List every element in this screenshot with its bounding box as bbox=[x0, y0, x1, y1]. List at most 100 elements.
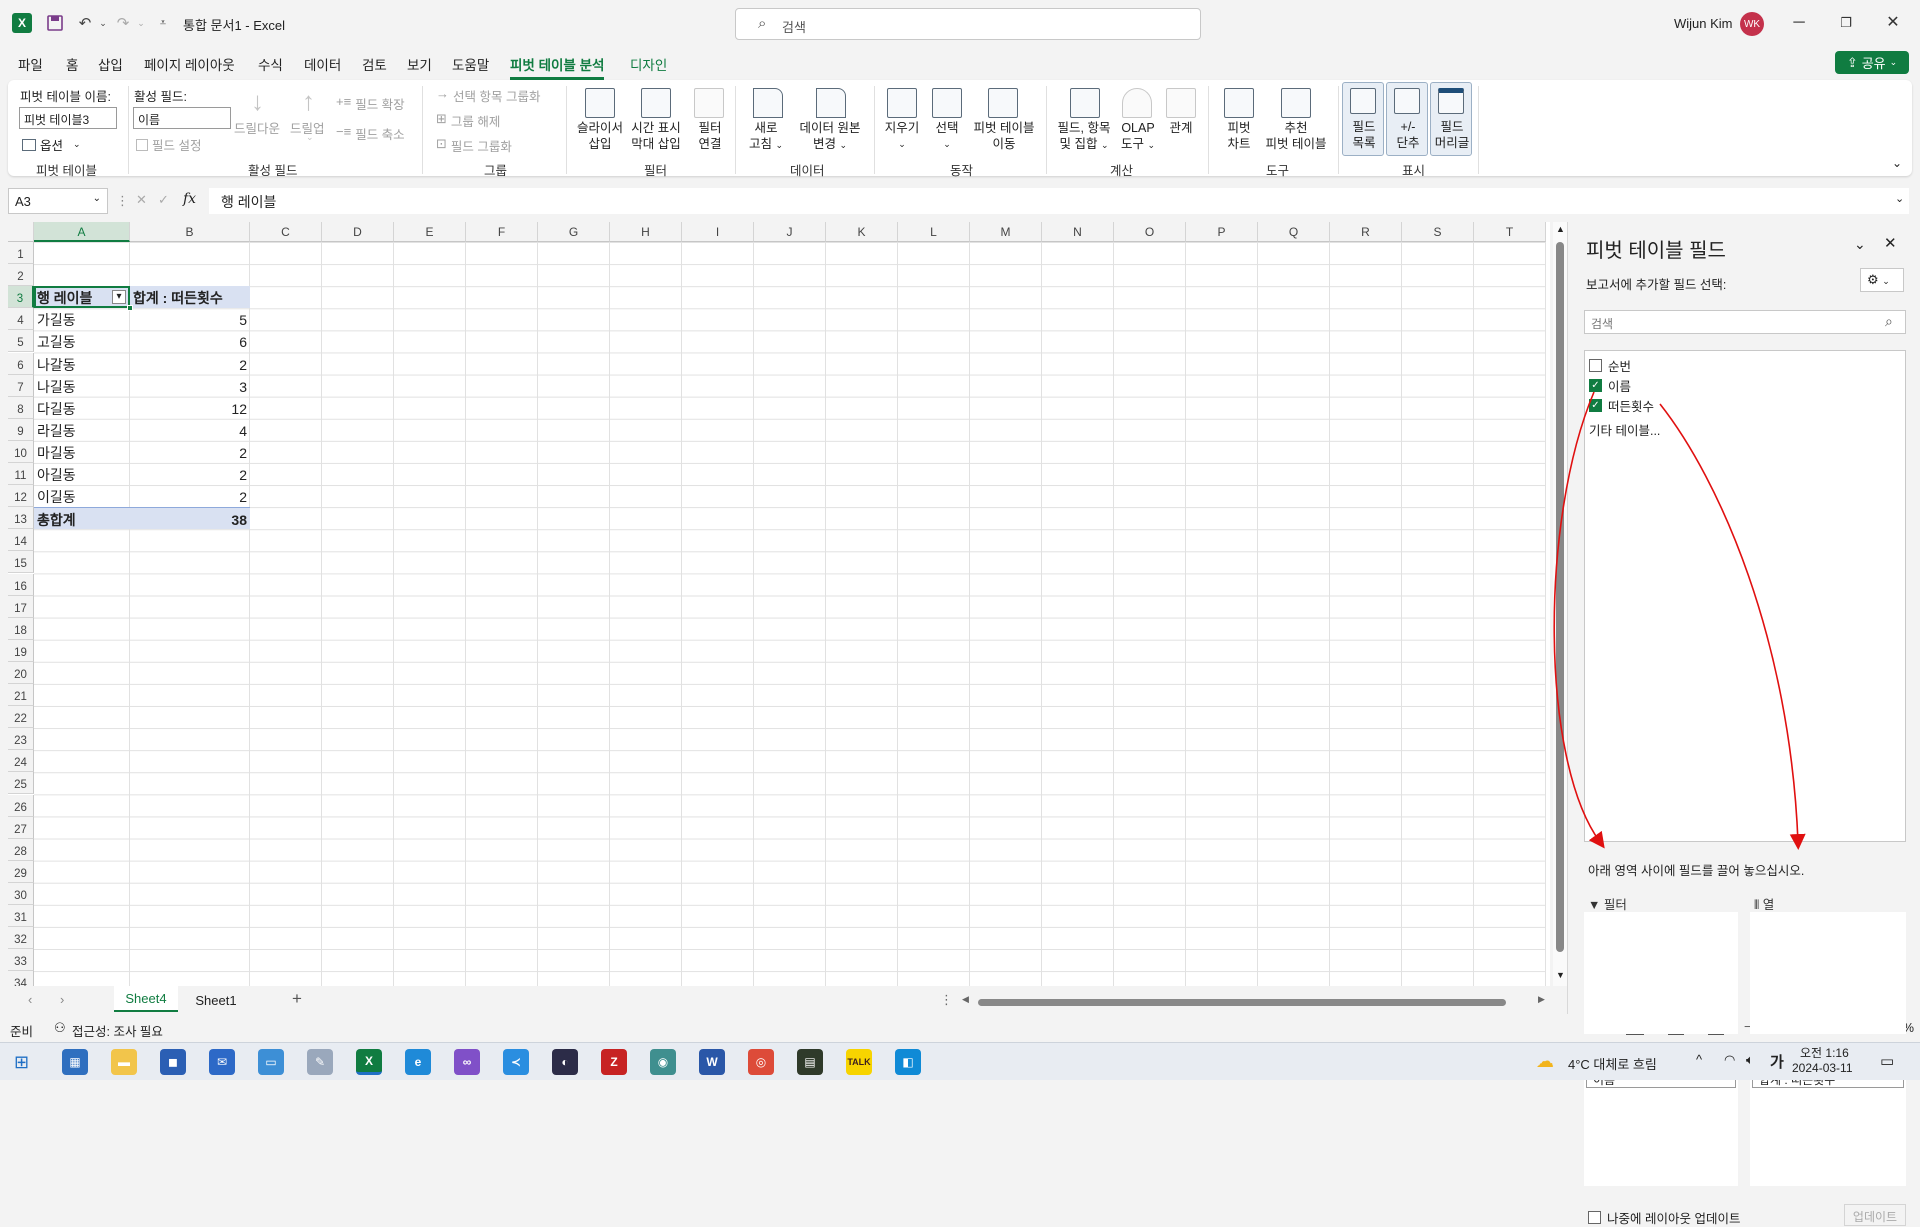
column-header[interactable]: A bbox=[34, 222, 130, 242]
add-sheet-icon[interactable]: + bbox=[292, 989, 302, 1009]
row-header[interactable]: 6 bbox=[8, 352, 34, 375]
column-header[interactable]: E bbox=[394, 222, 466, 242]
redo-dropdown-icon[interactable]: ⌄ bbox=[130, 12, 152, 34]
filter-dropdown-icon[interactable]: ▾ bbox=[112, 290, 126, 305]
filter-connection-button[interactable]: 필터 연결 bbox=[692, 120, 728, 152]
recommended-pivot-button[interactable]: 추천 피벗 테이블 bbox=[1258, 120, 1334, 152]
column-header[interactable]: O bbox=[1114, 222, 1186, 242]
sheet-tab[interactable]: Sheet1 bbox=[184, 986, 248, 1012]
pivot-row-value[interactable]: 2 bbox=[130, 485, 250, 507]
scroll-left-icon[interactable]: ◀ bbox=[962, 994, 969, 1005]
tab-insert[interactable]: 삽입 bbox=[98, 54, 123, 74]
pivot-chart-button[interactable]: 피벗 차트 bbox=[1214, 120, 1264, 152]
column-header[interactable]: C bbox=[250, 222, 322, 242]
scroll-thumb[interactable] bbox=[1556, 242, 1564, 952]
row-header[interactable]: 17 bbox=[8, 595, 34, 618]
cancel-icon[interactable]: ✕ bbox=[136, 192, 147, 208]
row-header[interactable]: 29 bbox=[8, 860, 34, 883]
enter-icon[interactable]: ✓ bbox=[158, 192, 169, 208]
pivot-row-value[interactable]: 5 bbox=[130, 308, 250, 330]
row-header[interactable]: 32 bbox=[8, 927, 34, 950]
scroll-down-icon[interactable]: ▼ bbox=[1556, 970, 1565, 980]
restore-icon[interactable]: ❐ bbox=[1831, 10, 1861, 36]
plusminus-toggle[interactable]: +/- 단추 bbox=[1386, 82, 1428, 156]
excel-taskbar-icon[interactable]: X bbox=[356, 1049, 382, 1075]
fields-items-button[interactable]: 필드, 항목 및 집합 ⌄ bbox=[1050, 120, 1118, 153]
avatar[interactable]: WK bbox=[1740, 12, 1764, 36]
pivot-chart-icon[interactable] bbox=[1224, 88, 1254, 118]
tab-page-layout[interactable]: 페이지 레이아웃 bbox=[144, 54, 235, 74]
row-header[interactable]: 1 bbox=[8, 242, 34, 265]
column-header[interactable]: M bbox=[970, 222, 1042, 242]
move-pivot-icon[interactable] bbox=[988, 88, 1018, 118]
column-header[interactable]: D bbox=[322, 222, 394, 242]
tab-review[interactable]: 검토 bbox=[362, 54, 387, 74]
next-sheet-icon[interactable]: › bbox=[60, 992, 64, 1007]
pivot-row-value[interactable]: 4 bbox=[130, 419, 250, 441]
formula-input[interactable]: 행 레이블 bbox=[209, 188, 1909, 214]
share-button[interactable]: ⇪ 공유 ⌄ bbox=[1835, 51, 1909, 74]
grand-total-value[interactable]: 38 bbox=[130, 507, 250, 530]
tray-chevron-icon[interactable]: ^ bbox=[1696, 1052, 1702, 1067]
row-header[interactable]: 31 bbox=[8, 905, 34, 928]
volume-icon[interactable]: 🔈︎ bbox=[1746, 1052, 1754, 1068]
column-header[interactable]: I bbox=[682, 222, 754, 242]
tab-design[interactable]: 디자인 bbox=[630, 54, 667, 74]
move-pivot-button[interactable]: 피벗 테이블 이동 bbox=[968, 120, 1040, 152]
ungroup-button[interactable]: ⊞ 그룹 해제 bbox=[436, 111, 500, 130]
visual-studio-icon[interactable]: ∞ bbox=[454, 1049, 480, 1075]
column-header[interactable]: Q bbox=[1258, 222, 1330, 242]
row-header[interactable]: 19 bbox=[8, 639, 34, 662]
chevron-down-icon[interactable]: ⌄ bbox=[1854, 236, 1866, 253]
field-checkbox-checked[interactable]: ✓ bbox=[1589, 379, 1602, 392]
user-name[interactable]: Wijun Kim bbox=[1674, 16, 1733, 31]
drilldown-icon[interactable]: ↓ bbox=[251, 86, 264, 117]
refresh-icon[interactable] bbox=[753, 88, 783, 118]
pivot-row-name[interactable]: 다길동 bbox=[34, 397, 130, 419]
row-header[interactable]: 20 bbox=[8, 661, 34, 684]
sticky-notes-icon[interactable]: ▤ bbox=[797, 1049, 823, 1075]
tab-file[interactable]: 파일 bbox=[18, 54, 43, 74]
horizontal-scroll-thumb[interactable] bbox=[978, 999, 1506, 1006]
close-icon[interactable]: ✕ bbox=[1878, 10, 1908, 36]
field-settings-button[interactable]: 필드 설정 bbox=[136, 135, 201, 154]
ime-indicator[interactable]: 가 bbox=[1770, 1051, 1784, 1072]
store-icon[interactable]: ◼ bbox=[160, 1049, 186, 1075]
pivot-row-name[interactable]: 마길동 bbox=[34, 441, 130, 463]
scroll-up-icon[interactable]: ▲ bbox=[1556, 224, 1565, 234]
field-list-toggle[interactable]: 필드 목록 bbox=[1342, 82, 1384, 156]
recommended-pivot-icon[interactable] bbox=[1281, 88, 1311, 118]
column-header[interactable]: T bbox=[1474, 222, 1546, 242]
select-button[interactable]: 선택 ⌄ bbox=[926, 120, 968, 152]
row-header[interactable]: 14 bbox=[8, 529, 34, 552]
row-header[interactable]: 23 bbox=[8, 728, 34, 751]
column-header[interactable]: H bbox=[610, 222, 682, 242]
mail-icon[interactable]: ✉ bbox=[209, 1049, 235, 1075]
row-header[interactable]: 25 bbox=[8, 772, 34, 795]
row-header[interactable]: 8 bbox=[8, 396, 34, 419]
field-item[interactable]: 순번 bbox=[1589, 356, 1631, 375]
row-header[interactable]: 26 bbox=[8, 794, 34, 817]
defer-checkbox[interactable] bbox=[1588, 1211, 1601, 1224]
slicer-icon[interactable] bbox=[585, 88, 615, 118]
row-header[interactable]: 33 bbox=[8, 949, 34, 972]
customize-qat-icon[interactable]: ⩡ bbox=[152, 12, 174, 34]
expand-formula-icon[interactable]: ⌄ bbox=[1895, 192, 1904, 205]
row-header[interactable]: 24 bbox=[8, 750, 34, 773]
column-header[interactable]: K bbox=[826, 222, 898, 242]
file-explorer-icon[interactable]: ▬ bbox=[111, 1049, 137, 1075]
values-area[interactable]: 합계 : 떠든횟수 ⌄ bbox=[1750, 1064, 1906, 1186]
wifi-icon[interactable]: ◠ bbox=[1724, 1052, 1735, 1068]
row-header[interactable]: 4 bbox=[8, 308, 34, 331]
pivot-row-name[interactable]: 아길동 bbox=[34, 463, 130, 485]
olap-icon[interactable] bbox=[1122, 88, 1152, 118]
remote-desktop-icon[interactable]: ▭ bbox=[258, 1049, 284, 1075]
prev-sheet-icon[interactable]: ‹ bbox=[28, 992, 32, 1007]
column-header[interactable]: B bbox=[130, 222, 250, 242]
row-header[interactable]: 30 bbox=[8, 882, 34, 905]
tab-pivot-analyze[interactable]: 피벗 테이블 분석 bbox=[510, 54, 605, 80]
clock-time[interactable]: 오전 1:16 bbox=[1800, 1044, 1849, 1061]
timeline-button[interactable]: 시간 표시 막대 삽입 bbox=[624, 120, 688, 152]
more-icon[interactable]: ⋮ bbox=[940, 992, 953, 1008]
slicer-button[interactable]: 슬라이서 삽입 bbox=[572, 120, 628, 152]
